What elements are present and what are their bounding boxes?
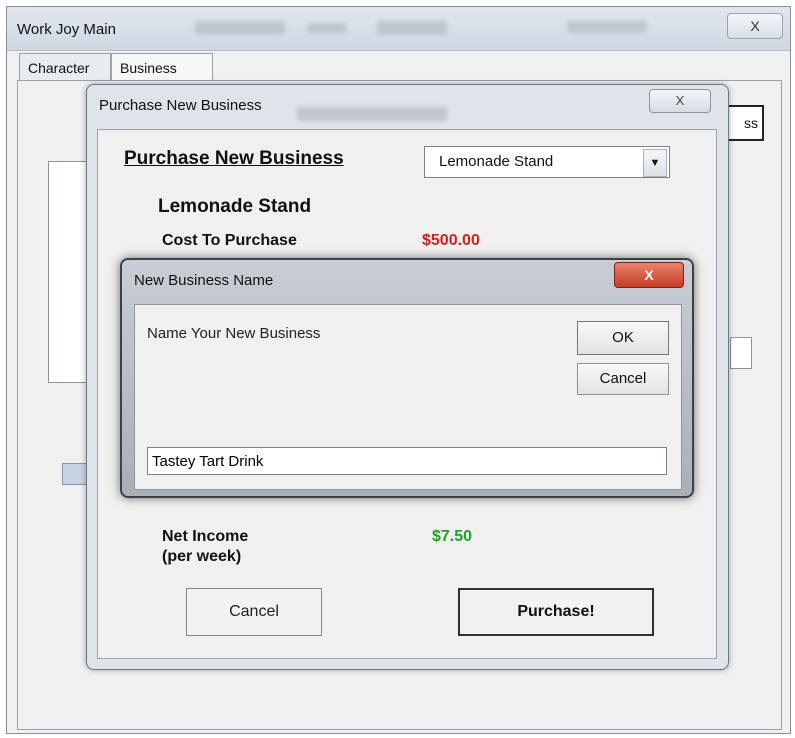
business-type-select[interactable]: Lemonade Stand ▼ — [424, 146, 670, 178]
name-cancel-button[interactable]: Cancel — [577, 363, 669, 395]
tab-business[interactable]: Business — [111, 53, 213, 81]
business-name-input[interactable] — [147, 447, 667, 475]
blurred-text — [297, 107, 447, 121]
name-dialog: New Business Name X Name Your New Busine… — [120, 258, 694, 498]
background-button-label: ss — [744, 115, 758, 131]
business-select-value: Lemonade Stand — [439, 153, 554, 170]
cost-label: Cost To Purchase — [162, 232, 297, 249]
net-income-label: Net Income — [162, 528, 249, 545]
blurred-toolbar — [377, 21, 447, 35]
purchase-button[interactable]: Purchase! — [458, 588, 654, 636]
purchase-heading: Purchase New Business — [124, 148, 344, 169]
tab-character[interactable]: Character — [19, 53, 111, 81]
name-dialog-body: Name Your New Business OK Cancel — [134, 304, 682, 490]
cancel-button[interactable]: Cancel — [186, 588, 322, 636]
main-close-button[interactable]: X — [727, 13, 783, 39]
blurred-toolbar — [307, 23, 347, 33]
purchase-dialog-title: Purchase New Business — [99, 97, 262, 114]
name-dialog-title: New Business Name — [134, 272, 274, 289]
name-prompt: Name Your New Business — [147, 325, 321, 342]
main-titlebar: Work Joy Main X — [7, 7, 790, 51]
cost-value: $500.00 — [422, 232, 480, 249]
purchase-close-button[interactable]: X — [649, 89, 711, 113]
blurred-toolbar — [195, 21, 285, 35]
background-side-control — [730, 337, 752, 369]
selected-business-title: Lemonade Stand — [158, 196, 312, 217]
blurred-toolbar — [567, 21, 647, 33]
chevron-down-icon[interactable]: ▼ — [643, 149, 667, 177]
main-window-title: Work Joy Main — [17, 21, 116, 38]
name-dialog-close-button[interactable]: X — [614, 262, 684, 288]
net-income-period-label: (per week) — [162, 548, 242, 565]
net-income-value: $7.50 — [432, 528, 473, 545]
ok-button[interactable]: OK — [577, 321, 669, 355]
